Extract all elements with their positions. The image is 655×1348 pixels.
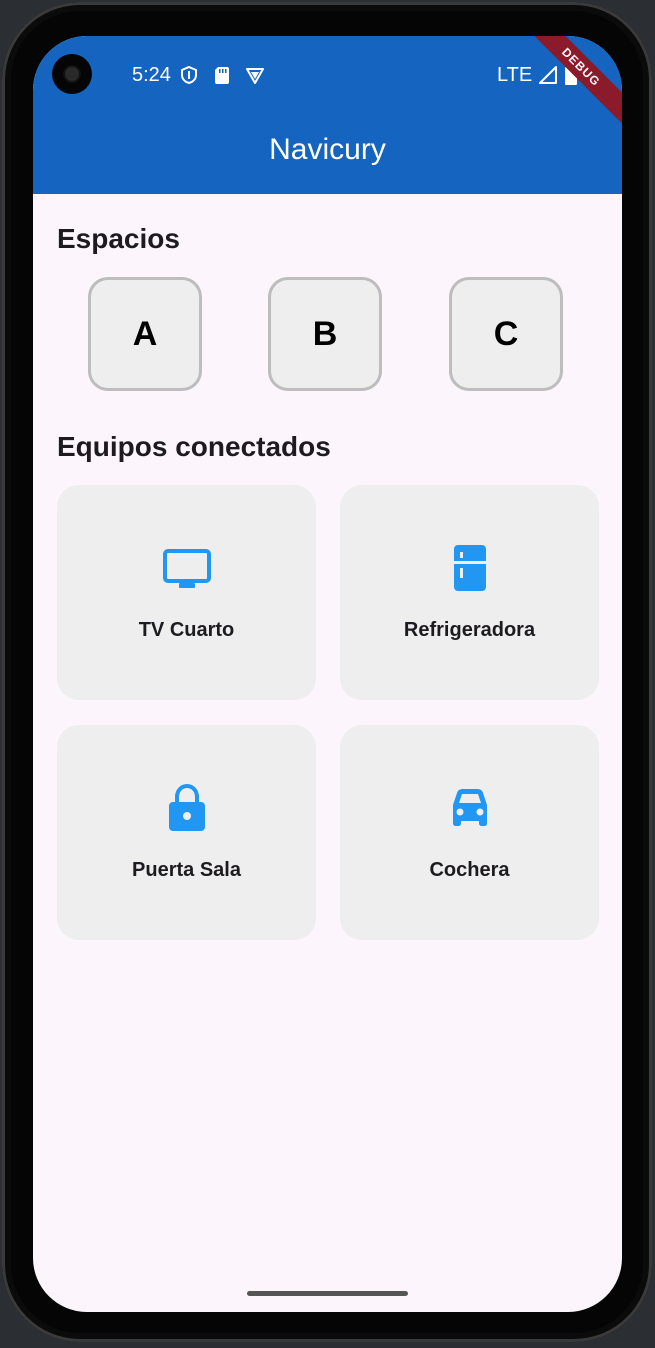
space-button-a[interactable]: A: [88, 277, 202, 391]
camera-lens: [65, 67, 79, 81]
home-indicator[interactable]: [247, 1291, 408, 1296]
tv-icon: [163, 549, 211, 588]
device-card-puerta-sala[interactable]: Puerta Sala: [57, 725, 316, 940]
status-time: 5:24: [132, 64, 171, 86]
sd-card-icon: [215, 67, 229, 84]
app-bar: 5:24 LTE DEBUG Navicury: [33, 36, 622, 194]
signal-icon: [539, 66, 557, 84]
lock-icon: [169, 783, 205, 831]
device-card-tv-cuarto[interactable]: TV Cuarto: [57, 485, 316, 700]
device-label: Puerta Sala: [132, 859, 241, 881]
vpn-shield-icon: [181, 65, 197, 85]
device-label: Refrigeradora: [403, 619, 536, 641]
spaces-section-title: Espacios: [57, 223, 180, 254]
front-camera: [52, 54, 92, 94]
app-title: Navicury: [269, 133, 386, 166]
device-label: Cochera: [429, 859, 510, 881]
device-label: TV Cuarto: [138, 619, 235, 641]
network-type: LTE: [497, 64, 533, 86]
space-button-c[interactable]: C: [449, 277, 563, 391]
space-button-b[interactable]: B: [268, 277, 382, 391]
app-notification-icon: [246, 68, 264, 84]
fridge-icon: [454, 545, 486, 591]
devices-section-title: Equipos conectados: [57, 431, 331, 462]
car-icon: [453, 789, 487, 826]
phone-frame: 5:24 LTE DEBUG Navicury Espacios A B C E…: [2, 2, 652, 1342]
device-card-refrigeradora[interactable]: Refrigeradora: [340, 485, 599, 700]
device-card-cochera[interactable]: Cochera: [340, 725, 599, 940]
phone-screen: 5:24 LTE DEBUG Navicury Espacios A B C E…: [33, 36, 622, 1312]
